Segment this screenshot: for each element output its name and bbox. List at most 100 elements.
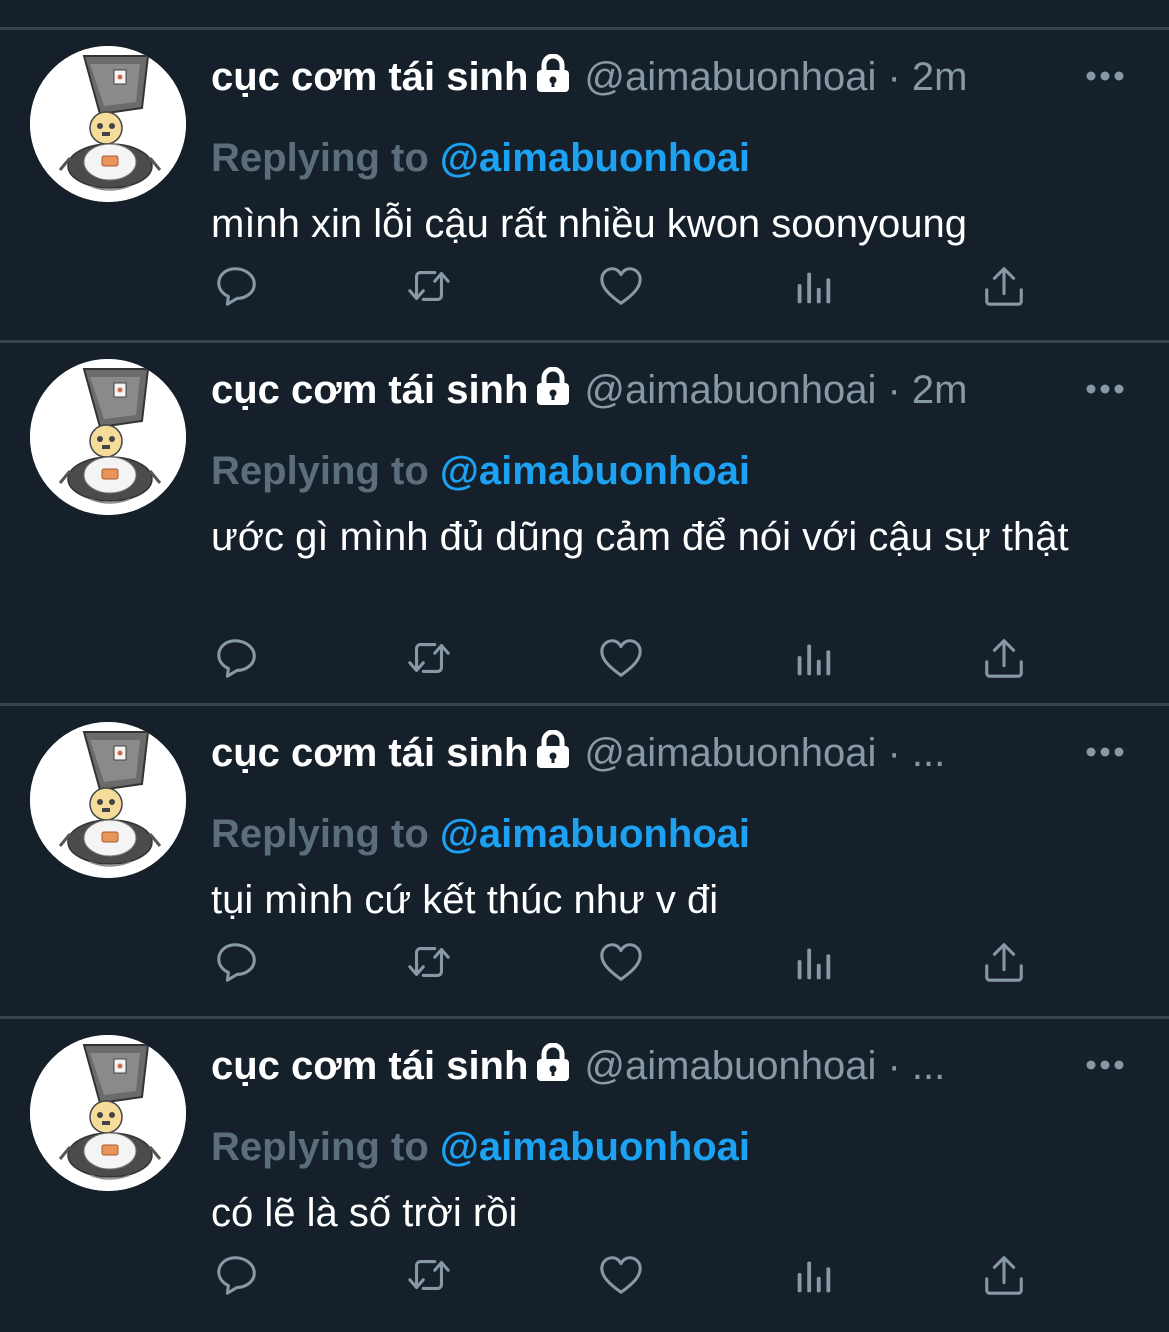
- like-button[interactable]: [597, 938, 645, 986]
- share-upload-icon: [985, 267, 1023, 306]
- separator-dot: ·: [887, 55, 901, 99]
- share-button[interactable]: [980, 634, 1028, 682]
- tweet[interactable]: cục cơm tái sinh @aimabuonhoai · ... Repl…: [0, 706, 1169, 1019]
- tweet-header: cục cơm tái sinh @aimabuonhoai · 2m: [211, 365, 1069, 415]
- tweet-actions: [0, 262, 1169, 310]
- user-handle[interactable]: @aimabuonhoai: [584, 731, 876, 775]
- top-divider: [0, 0, 1169, 30]
- like-button[interactable]: [597, 1251, 645, 1299]
- retweet-icon: [408, 947, 450, 977]
- tweet-header: cục cơm tái sinh @aimabuonhoai · ...: [211, 728, 1069, 778]
- user-handle[interactable]: @aimabuonhoai: [584, 1044, 876, 1088]
- reply-button[interactable]: [213, 1251, 261, 1299]
- analytics-bars-icon: [797, 948, 831, 980]
- tweet-text: tụi mình cứ kết thúc như v đi: [211, 878, 719, 922]
- tweet-text: có lẽ là số trời rồi: [211, 1191, 518, 1235]
- share-button[interactable]: [980, 1251, 1028, 1299]
- replying-to-line: Replying to @aimabuonhoai: [211, 1123, 750, 1171]
- reply-bubble-icon: [217, 639, 256, 678]
- reply-button[interactable]: [213, 634, 261, 682]
- heart-icon: [600, 639, 642, 677]
- analytics-bars-icon: [797, 272, 831, 304]
- separator-dot: ·: [887, 368, 901, 412]
- replying-to-label: Replying to: [211, 812, 429, 856]
- tweet[interactable]: cục cơm tái sinh @aimabuonhoai · 2m Reply…: [0, 30, 1169, 343]
- reply-bubble-icon: [217, 1256, 256, 1295]
- timestamp[interactable]: ...: [912, 1044, 945, 1088]
- retweet-button[interactable]: [405, 262, 453, 310]
- display-name[interactable]: cục cơm tái sinh: [211, 55, 528, 99]
- replying-to-label: Replying to: [211, 449, 429, 493]
- reply-button[interactable]: [213, 938, 261, 986]
- heart-icon: [600, 943, 642, 981]
- replying-to-line: Replying to @aimabuonhoai: [211, 810, 750, 858]
- reply-bubble-icon: [217, 943, 256, 982]
- share-upload-icon: [985, 639, 1023, 678]
- lock-icon: [534, 53, 572, 102]
- avatar[interactable]: [30, 46, 186, 202]
- avatar[interactable]: [30, 1035, 186, 1191]
- analytics-bars-icon: [797, 1261, 831, 1293]
- reply-bubble-icon: [217, 267, 256, 306]
- tweet-actions: [0, 634, 1169, 682]
- retweet-icon: [408, 271, 450, 301]
- reply-button[interactable]: [213, 262, 261, 310]
- reply-to-handle-link[interactable]: @aimabuonhoai: [440, 812, 750, 856]
- tweet-text: mình xin lỗi cậu rất nhiều kwon soonyoun…: [211, 202, 968, 246]
- reply-to-handle-link[interactable]: @aimabuonhoai: [440, 1125, 750, 1169]
- avatar-illustration-icon: [30, 1035, 186, 1191]
- separator-dot: ·: [887, 1044, 901, 1088]
- tweet[interactable]: cục cơm tái sinh @aimabuonhoai · ... Repl…: [0, 1019, 1169, 1332]
- avatar-illustration-icon: [30, 359, 186, 515]
- tweet-header: cục cơm tái sinh @aimabuonhoai · 2m: [211, 52, 1069, 102]
- tweet-actions: [0, 1251, 1169, 1299]
- user-handle[interactable]: @aimabuonhoai: [584, 368, 876, 412]
- retweet-button[interactable]: [405, 634, 453, 682]
- analytics-button[interactable]: [789, 1251, 837, 1299]
- more-dots-icon[interactable]: [1085, 383, 1125, 395]
- tweet[interactable]: cục cơm tái sinh @aimabuonhoai · 2m Reply…: [0, 343, 1169, 706]
- heart-icon: [600, 267, 642, 305]
- more-dots-icon[interactable]: [1085, 1059, 1125, 1071]
- share-button[interactable]: [980, 262, 1028, 310]
- like-button[interactable]: [597, 634, 645, 682]
- analytics-button[interactable]: [789, 634, 837, 682]
- retweet-icon: [408, 643, 450, 673]
- avatar[interactable]: [30, 359, 186, 515]
- tweet-thread: cục cơm tái sinh @aimabuonhoai · 2m Reply…: [0, 30, 1169, 1332]
- retweet-icon: [408, 1260, 450, 1290]
- reply-to-handle-link[interactable]: @aimabuonhoai: [440, 449, 750, 493]
- avatar-illustration-icon: [30, 722, 186, 878]
- replying-to-label: Replying to: [211, 136, 429, 180]
- replying-to-line: Replying to @aimabuonhoai: [211, 447, 750, 495]
- share-upload-icon: [985, 1256, 1023, 1295]
- like-button[interactable]: [597, 262, 645, 310]
- display-name[interactable]: cục cơm tái sinh: [211, 1044, 528, 1088]
- lock-icon: [534, 366, 572, 415]
- replying-to-line: Replying to @aimabuonhoai: [211, 134, 750, 182]
- retweet-button[interactable]: [405, 1251, 453, 1299]
- analytics-bars-icon: [797, 644, 831, 676]
- analytics-button[interactable]: [789, 262, 837, 310]
- tweet-header: cục cơm tái sinh @aimabuonhoai · ...: [211, 1041, 1069, 1091]
- separator-dot: ·: [887, 731, 901, 775]
- replying-to-label: Replying to: [211, 1125, 429, 1169]
- timestamp[interactable]: 2m: [912, 55, 968, 99]
- heart-icon: [600, 1256, 642, 1294]
- more-dots-icon[interactable]: [1085, 746, 1125, 758]
- user-handle[interactable]: @aimabuonhoai: [584, 55, 876, 99]
- display-name[interactable]: cục cơm tái sinh: [211, 368, 528, 412]
- tweet-text: ước gì mình đủ dũng cảm để nói với cậu s…: [211, 515, 1069, 559]
- avatar[interactable]: [30, 722, 186, 878]
- more-dots-icon[interactable]: [1085, 70, 1125, 82]
- retweet-button[interactable]: [405, 938, 453, 986]
- share-button[interactable]: [980, 938, 1028, 986]
- share-upload-icon: [985, 943, 1023, 982]
- display-name[interactable]: cục cơm tái sinh: [211, 731, 528, 775]
- lock-icon: [534, 1042, 572, 1091]
- timestamp[interactable]: ...: [912, 731, 945, 775]
- reply-to-handle-link[interactable]: @aimabuonhoai: [440, 136, 750, 180]
- timestamp[interactable]: 2m: [912, 368, 968, 412]
- tweet-actions: [0, 938, 1169, 986]
- analytics-button[interactable]: [789, 938, 837, 986]
